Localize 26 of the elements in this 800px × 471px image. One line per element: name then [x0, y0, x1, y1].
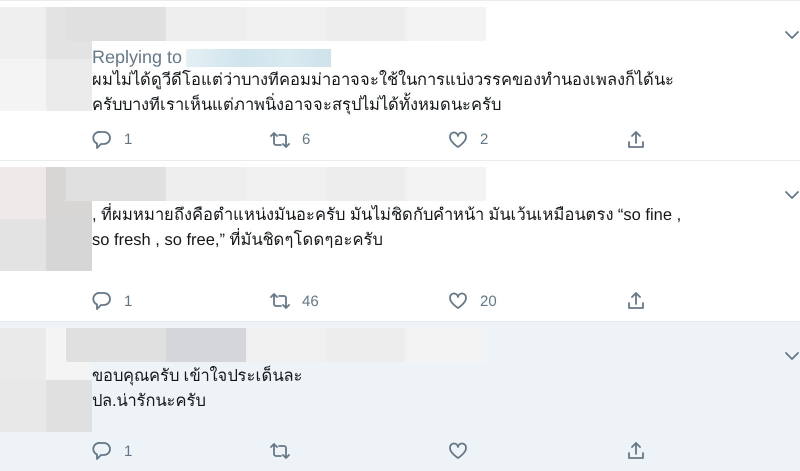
like-count: 2	[480, 131, 488, 148]
tweet-text: so fresh , so free,” ที่มันชิดๆโดดๆอะครับ	[92, 228, 800, 253]
heart-icon[interactable]	[448, 130, 468, 150]
retweet-icon[interactable]	[270, 291, 290, 312]
share-icon[interactable]	[626, 291, 646, 312]
share-icon[interactable]	[626, 130, 646, 150]
retweet-count: 46	[302, 292, 319, 310]
heart-icon[interactable]	[448, 291, 468, 312]
retweet-count: 6	[302, 131, 310, 148]
replying-to-label: Replying to	[92, 47, 182, 68]
reply-count: 1	[124, 442, 132, 460]
tweet-text: ปล.น่ารักนะครับ	[92, 391, 207, 412]
like-count: 20	[480, 292, 497, 310]
retweet-icon[interactable]	[270, 130, 290, 150]
reply-count: 1	[124, 131, 132, 148]
heart-icon[interactable]	[448, 441, 468, 461]
tweet-text: ครับบางทีเราเห็นแต่ภาพนิ่งอาจจะสรุปไม่ได้ทั้งหมดนะครับ	[92, 93, 800, 118]
retweet-icon[interactable]	[270, 441, 290, 461]
tweet-text: ขอบคุณครับ เข้าใจประเด็นละ	[92, 364, 304, 388]
comment-icon[interactable]	[92, 291, 112, 312]
tweet-text: , ที่ผมหมายถึงคือตำแหน่งมันอะครับ มันไม่ชิดกับคำหน้า มันเว้นเหมือนตรง “so fine ,	[92, 202, 800, 228]
share-icon[interactable]	[626, 441, 646, 461]
tweet-text: ผมไม่ได้ดูวีดีโอแต่ว่าบางทีคอมม่าอาจจะใช้ในการแบ่งวรรคของทำนองเพลงก็ได้นะ	[92, 68, 675, 92]
comment-icon[interactable]	[92, 130, 112, 150]
comment-icon[interactable]	[92, 441, 112, 461]
reply-count: 1	[124, 292, 132, 310]
